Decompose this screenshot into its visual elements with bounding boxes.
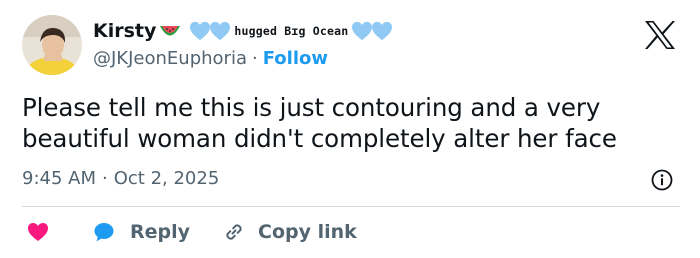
reply-label: Reply xyxy=(130,221,191,243)
info-icon[interactable] xyxy=(651,169,673,191)
heart-decoration-left xyxy=(189,21,231,41)
author-name-row[interactable]: Kirsty hugged Bɪg Ocean xyxy=(93,18,393,44)
follow-button[interactable]: Follow xyxy=(263,48,328,69)
tweet-text: Please tell me this is just contouring a… xyxy=(22,93,617,153)
light-blue-heart-icon xyxy=(190,21,211,41)
tweet-time[interactable]: 9:45 AM xyxy=(22,168,96,189)
speech-bubble-icon xyxy=(92,220,116,244)
copy-link-button[interactable]: Copy link xyxy=(222,220,357,244)
action-bar: Reply Copy link xyxy=(22,218,357,246)
light-blue-heart-icon xyxy=(210,21,231,41)
light-blue-heart-icon xyxy=(352,21,373,41)
avatar[interactable] xyxy=(22,15,82,75)
heart-decoration-right xyxy=(351,21,393,41)
separator-dot: · xyxy=(251,48,258,69)
separator-dot: · xyxy=(102,168,108,189)
x-logo-icon[interactable] xyxy=(644,20,676,50)
author-handle-row: @JKJeonEuphoria · Follow xyxy=(93,48,328,69)
heart-icon[interactable] xyxy=(26,220,50,244)
copy-link-label: Copy link xyxy=(258,221,357,243)
tweet-date[interactable]: Oct 2, 2025 xyxy=(114,168,220,189)
divider xyxy=(22,206,680,207)
reply-button[interactable]: Reply xyxy=(92,220,190,244)
light-blue-heart-icon xyxy=(372,21,393,41)
tweet-timestamp[interactable]: 9:45 AM · Oct 2, 2025 xyxy=(22,168,219,189)
link-icon xyxy=(222,220,246,244)
author-display-name[interactable]: Kirsty xyxy=(93,20,156,42)
watermelon-emoji-icon xyxy=(159,24,181,38)
author-handle[interactable]: @JKJeonEuphoria xyxy=(93,48,247,69)
name-decoration-text: hugged Bɪg Ocean xyxy=(234,24,349,38)
